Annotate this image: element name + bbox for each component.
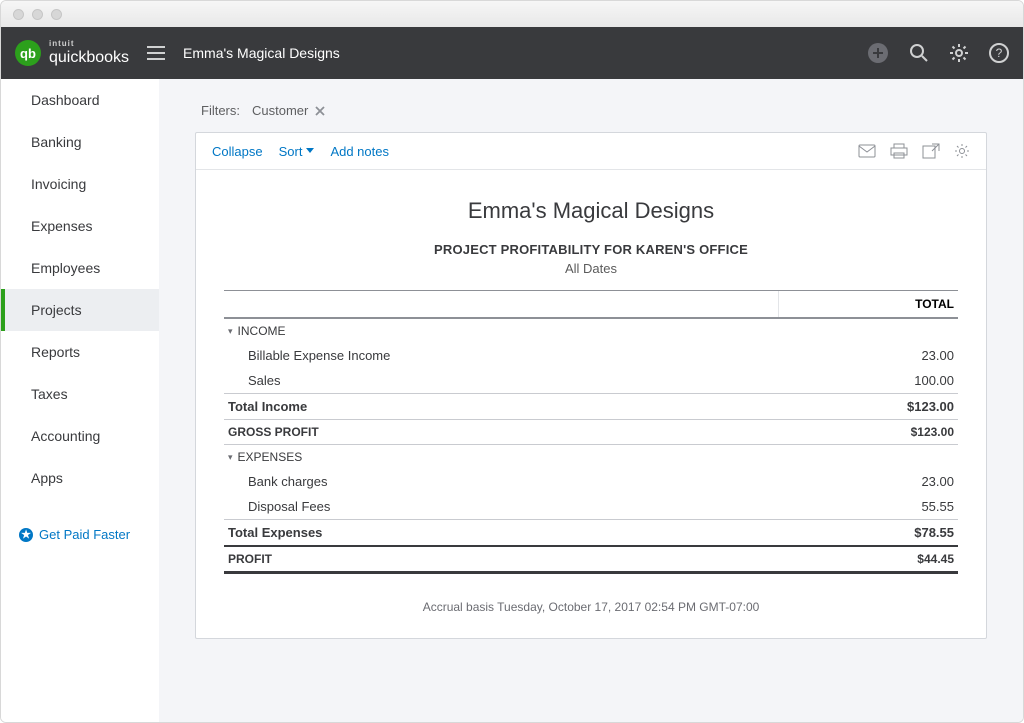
row-label: Total Expenses [224,520,779,547]
close-icon[interactable] [314,105,326,117]
report-body: Emma's Magical Designs PROJECT PROFITABI… [196,170,986,638]
report-footer: Accrual basis Tuesday, October 17, 2017 … [224,600,958,614]
sort-link[interactable]: Sort [279,144,315,159]
total-income-row: Total Income $123.00 [224,394,958,420]
email-icon[interactable] [858,143,876,159]
svg-text:?: ? [996,46,1003,60]
table-row[interactable]: Sales 100.00 [224,368,958,394]
filter-chip-customer[interactable]: Customer [252,103,326,118]
report-table: INCOME Billable Expense Income 23.00 Sal… [224,319,958,574]
section-expenses[interactable]: EXPENSES [224,445,958,470]
row-value: 23.00 [779,469,958,494]
sidebar-item-apps[interactable]: Apps [1,457,159,499]
row-value: $78.55 [779,520,958,547]
filter-chip-label: Customer [252,103,308,118]
filters-row: Filters: Customer [195,103,987,118]
row-value: 55.55 [779,494,958,520]
total-expenses-row: Total Expenses $78.55 [224,520,958,547]
sidebar-item-taxes[interactable]: Taxes [1,373,159,415]
sidebar-item-label: Taxes [31,386,68,402]
report-company: Emma's Magical Designs [224,198,958,224]
sidebar-item-banking[interactable]: Banking [1,121,159,163]
row-value: 23.00 [779,343,958,368]
brand-intuit: intuit [49,40,129,48]
app-window: qb intuit quickbooks Emma's Magical Desi… [0,0,1024,723]
row-label: GROSS PROFIT [224,420,779,445]
row-label: Sales [224,368,779,394]
sidebar-item-expenses[interactable]: Expenses [1,205,159,247]
sidebar-item-label: Accounting [31,428,100,444]
cta-label: Get Paid Faster [39,527,130,542]
section-income[interactable]: INCOME [224,319,958,343]
sidebar-item-label: Employees [31,260,100,276]
row-label: Disposal Fees [224,494,779,520]
sidebar: Dashboard Banking Invoicing Expenses Emp… [1,79,159,722]
filters-label: Filters: [201,103,240,118]
window-zoom-dot[interactable] [51,9,62,20]
row-label: Total Income [224,394,779,420]
company-name: Emma's Magical Designs [183,45,340,61]
table-row[interactable]: Bank charges 23.00 [224,469,958,494]
gross-profit-row: GROSS PROFIT $123.00 [224,420,958,445]
profit-row: PROFIT $44.45 [224,546,958,573]
row-label: Bank charges [224,469,779,494]
row-label: PROFIT [224,546,779,573]
mac-titlebar [1,1,1023,27]
main-content: Filters: Customer Collapse Sort [159,79,1023,722]
table-row[interactable]: Disposal Fees 55.55 [224,494,958,520]
sidebar-item-dashboard[interactable]: Dashboard [1,79,159,121]
sidebar-item-reports[interactable]: Reports [1,331,159,373]
window-close-dot[interactable] [13,9,24,20]
column-headers: TOTAL [224,290,958,319]
report-card: Collapse Sort Add notes [195,132,987,639]
row-label: Billable Expense Income [224,343,779,368]
export-icon[interactable] [922,143,940,159]
report-date-range: All Dates [224,261,958,276]
gear-icon[interactable] [949,43,969,63]
report-title: PROJECT PROFITABILITY FOR KAREN'S OFFICE [224,242,958,257]
sidebar-item-label: Reports [31,344,80,360]
sidebar-item-label: Invoicing [31,176,86,192]
hamburger-icon[interactable] [147,46,165,60]
search-icon[interactable] [909,43,929,63]
add-icon[interactable] [867,42,889,64]
table-row[interactable]: Billable Expense Income 23.00 [224,343,958,368]
settings-icon[interactable] [954,143,970,159]
collapse-link[interactable]: Collapse [212,144,263,159]
sidebar-item-label: Apps [31,470,63,486]
sidebar-item-label: Expenses [31,218,92,234]
sidebar-item-employees[interactable]: Employees [1,247,159,289]
get-paid-faster-link[interactable]: ★ Get Paid Faster [1,517,159,542]
chevron-down-icon [306,148,314,154]
row-value: 100.00 [779,368,958,394]
sidebar-item-invoicing[interactable]: Invoicing [1,163,159,205]
row-value: $123.00 [779,394,958,420]
brand-logo: qb intuit quickbooks [15,40,129,66]
window-minimize-dot[interactable] [32,9,43,20]
row-value: $123.00 [779,420,958,445]
print-icon[interactable] [890,143,908,159]
topbar: qb intuit quickbooks Emma's Magical Desi… [1,27,1023,79]
report-toolbar: Collapse Sort Add notes [196,133,986,170]
star-icon: ★ [19,528,33,542]
sidebar-item-label: Dashboard [31,92,100,108]
sidebar-item-label: Projects [31,302,82,318]
row-value: $44.45 [779,546,958,573]
brand-product: quickbooks [49,50,129,66]
section-heading: EXPENSES [224,445,779,470]
sidebar-item-projects[interactable]: Projects [1,289,159,331]
column-total: TOTAL [778,291,958,317]
add-notes-link[interactable]: Add notes [330,144,389,159]
help-icon[interactable]: ? [989,43,1009,63]
sidebar-item-label: Banking [31,134,82,150]
section-heading: INCOME [224,319,779,343]
sidebar-item-accounting[interactable]: Accounting [1,415,159,457]
brand-mark: qb [15,40,41,66]
sort-label: Sort [279,144,303,159]
